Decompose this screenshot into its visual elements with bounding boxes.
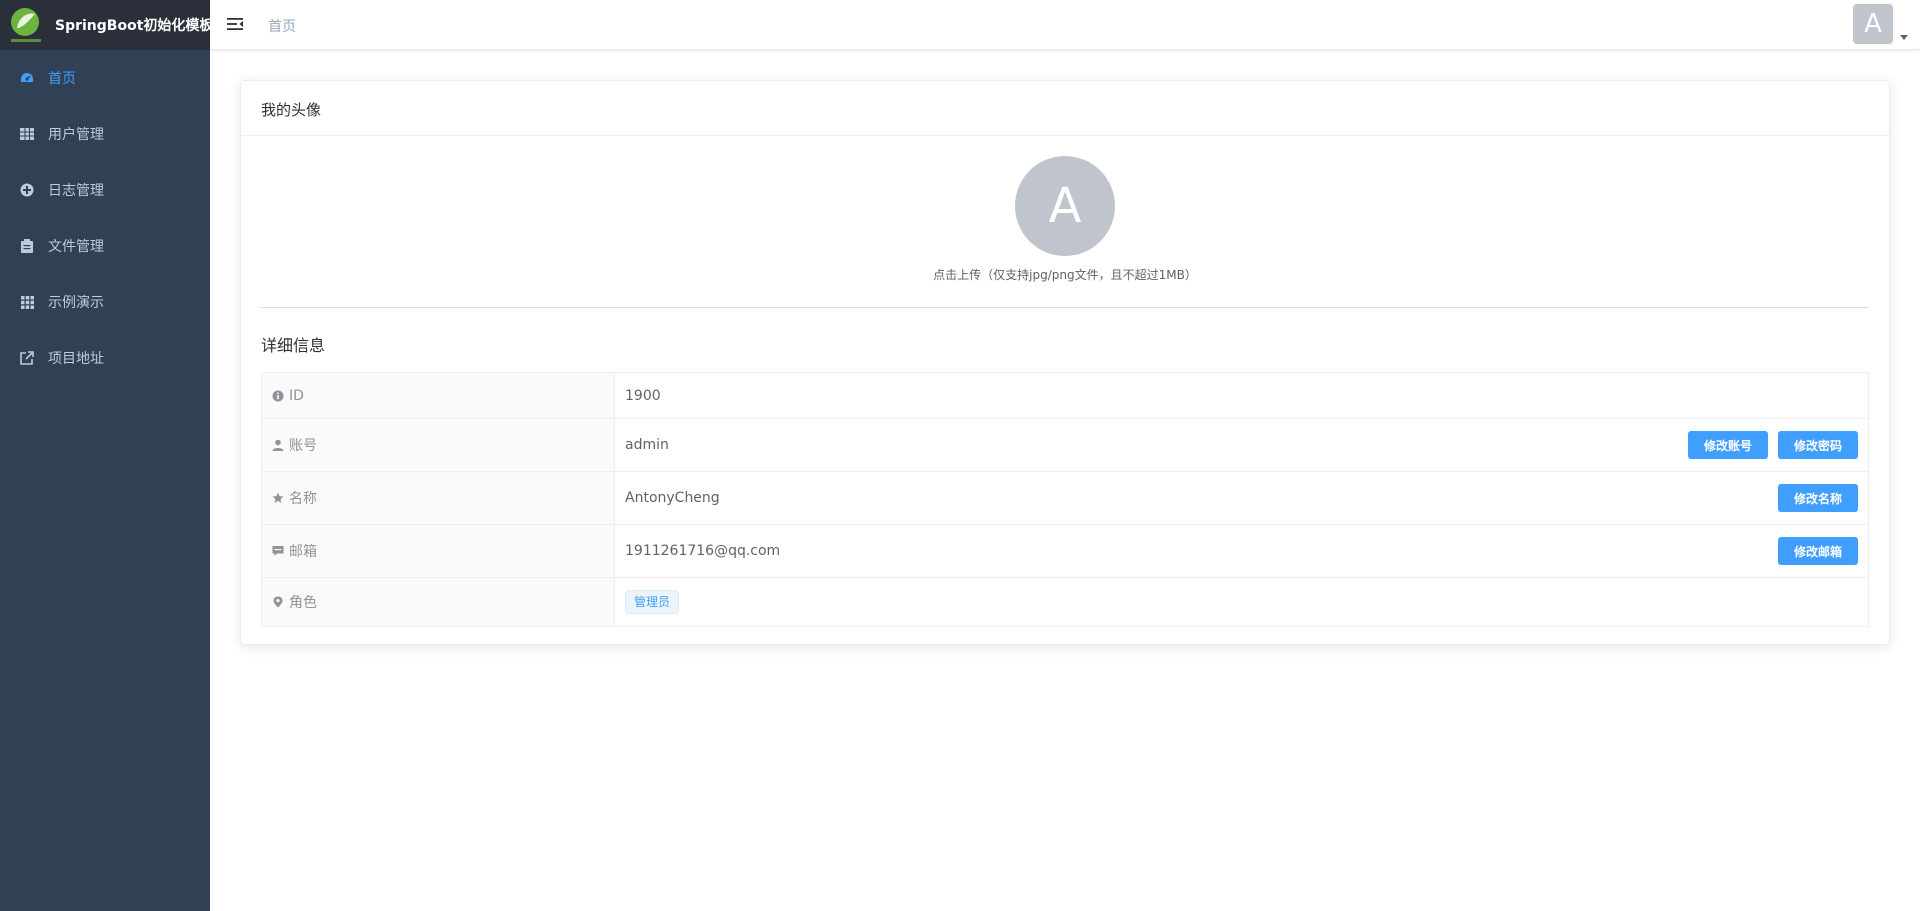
breadcrumb: 首页 — [268, 19, 296, 35]
sidebar-item-label: 文件管理 — [48, 239, 104, 255]
table-row: ID 1900 — [261, 372, 1869, 419]
upload-hint: 点击上传（仅支持jpg/png文件，且不超过1MB） — [933, 268, 1197, 282]
email-value: 1911261716@qq.com — [625, 543, 781, 559]
table-row: 角色 管理员 — [261, 577, 1869, 627]
name-value: AntonyCheng — [625, 490, 720, 506]
label-cell: 名称 — [261, 471, 615, 525]
label-cell: ID — [261, 372, 615, 419]
role-label: 角色 — [289, 595, 317, 611]
top-navbar: 首页 A — [210, 0, 1920, 50]
value-cell: 管理员 — [614, 577, 1869, 627]
sidebar-item-logs[interactable]: 日志管理 — [0, 162, 210, 218]
message-icon — [272, 545, 284, 557]
value-cell: admin 修改账号 修改密码 — [614, 418, 1869, 472]
value-cell: AntonyCheng 修改名称 — [614, 471, 1869, 525]
name-label: 名称 — [289, 491, 317, 507]
account-value: admin — [625, 437, 669, 453]
edit-account-button[interactable]: 修改账号 — [1687, 431, 1768, 459]
detail-table: ID 1900 账号 admin 修改账号 修改密码 名称 AntonyChen… — [261, 372, 1869, 627]
sidebar-item-label: 用户管理 — [48, 127, 104, 143]
table-row: 邮箱 1911261716@qq.com 修改邮箱 — [261, 524, 1869, 578]
divider — [261, 307, 1869, 308]
card-body: A 点击上传（仅支持jpg/png文件，且不超过1MB） 详细信息 ID 190… — [241, 136, 1889, 647]
table-row: 名称 AntonyCheng 修改名称 — [261, 471, 1869, 525]
hamburger-icon[interactable] — [226, 15, 244, 33]
sidebar-item-home[interactable]: 首页 — [0, 50, 210, 106]
detail-title: 详细信息 — [261, 336, 326, 355]
label-cell: 邮箱 — [261, 524, 615, 578]
user-icon — [272, 439, 284, 451]
table-row: 账号 admin 修改账号 修改密码 — [261, 418, 1869, 472]
grid-icon — [20, 295, 34, 309]
logo-bar[interactable]: SpringBoot初始化模板 — [0, 0, 214, 50]
value-cell: 1900 — [614, 372, 1869, 419]
profile-card: 我的头像 A 点击上传（仅支持jpg/png文件，且不超过1MB） 详细信息 I… — [240, 80, 1890, 645]
value-cell: 1911261716@qq.com 修改邮箱 — [614, 524, 1869, 578]
sidebar-item-users[interactable]: 用户管理 — [0, 106, 210, 162]
sidebar: SpringBoot初始化模板 首页 用户管理 日志管理 文件管理 示例演示 项… — [0, 0, 214, 911]
clipboard-icon — [20, 239, 34, 253]
user-menu[interactable]: A — [1853, 4, 1908, 44]
external-link-icon — [20, 351, 34, 365]
account-label: 账号 — [289, 438, 317, 454]
info-icon — [272, 390, 284, 402]
dashboard-icon — [20, 71, 34, 85]
star-icon — [272, 492, 284, 504]
avatar[interactable]: A — [1853, 4, 1893, 44]
caret-down-icon[interactable] — [1900, 35, 1908, 40]
sidebar-item-project-url[interactable]: 项目地址 — [0, 330, 210, 386]
sidebar-item-label: 日志管理 — [48, 183, 104, 199]
role-tag: 管理员 — [625, 590, 680, 614]
sidebar-item-label: 项目地址 — [48, 351, 104, 367]
id-value: 1900 — [625, 387, 661, 404]
spring-logo-icon — [9, 6, 43, 44]
sidebar-item-examples[interactable]: 示例演示 — [0, 274, 210, 330]
label-cell: 账号 — [261, 418, 615, 472]
card-title: 我的头像 — [241, 81, 1889, 136]
table-icon — [20, 127, 34, 141]
app-title: SpringBoot初始化模板 — [55, 18, 214, 34]
email-label: 邮箱 — [289, 544, 317, 560]
log-icon — [20, 183, 34, 197]
label-cell: 角色 — [261, 577, 615, 627]
edit-name-button[interactable]: 修改名称 — [1777, 484, 1858, 512]
location-pin-icon — [272, 596, 284, 608]
sidebar-menu: 首页 用户管理 日志管理 文件管理 示例演示 项目地址 — [0, 50, 210, 386]
id-label: ID — [289, 387, 304, 404]
avatar-upload[interactable]: A — [1015, 156, 1115, 256]
sidebar-item-label: 首页 — [48, 71, 76, 87]
edit-password-button[interactable]: 修改密码 — [1777, 431, 1858, 459]
sidebar-item-files[interactable]: 文件管理 — [0, 218, 210, 274]
sidebar-item-label: 示例演示 — [48, 295, 104, 311]
edit-email-button[interactable]: 修改邮箱 — [1777, 537, 1858, 565]
